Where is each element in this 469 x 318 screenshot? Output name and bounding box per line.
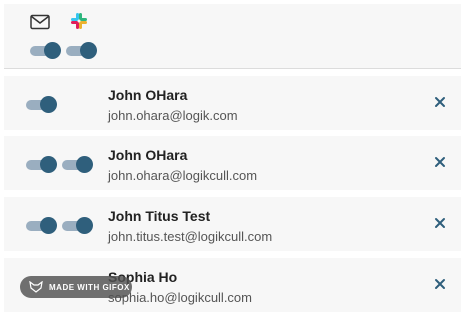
close-icon[interactable] — [432, 215, 448, 231]
header-slack-toggle[interactable] — [66, 42, 97, 59]
toggle-knob — [76, 156, 93, 173]
toggle-knob — [44, 42, 61, 59]
recipient-row: John OHara john.ohara@logikcull.com — [4, 136, 461, 190]
recipient-row: John Titus Test john.titus.test@logikcul… — [4, 197, 461, 251]
recipient-name: John OHara — [108, 87, 188, 103]
watermark-text: MADE WITH GIFOX — [49, 282, 130, 292]
header-email-toggle[interactable] — [30, 42, 61, 59]
email-toggle[interactable] — [26, 217, 57, 234]
email-toggle[interactable] — [26, 96, 57, 113]
fox-logo-icon — [29, 281, 43, 293]
recipient-row: John OHara john.ohara@logik.com — [4, 76, 461, 130]
slack-toggle[interactable] — [62, 217, 93, 234]
gifox-watermark: MADE WITH GIFOX — [20, 276, 132, 298]
close-icon[interactable] — [432, 94, 448, 110]
recipient-name: John OHara — [108, 147, 188, 163]
close-icon[interactable] — [432, 276, 448, 292]
toggle-knob — [80, 42, 97, 59]
notification-channels-header — [4, 4, 461, 69]
email-toggle[interactable] — [26, 156, 57, 173]
toggle-knob — [40, 217, 57, 234]
slack-icon — [71, 13, 87, 29]
recipient-email: john.ohara@logik.com — [108, 108, 238, 123]
toggle-knob — [40, 156, 57, 173]
recipient-name: John Titus Test — [108, 208, 211, 224]
recipient-email: john.titus.test@logikcull.com — [108, 229, 273, 244]
recipient-email: john.ohara@logikcull.com — [108, 168, 258, 183]
slack-toggle[interactable] — [62, 156, 93, 173]
toggle-knob — [40, 96, 57, 113]
close-icon[interactable] — [432, 154, 448, 170]
envelope-icon — [30, 14, 50, 30]
toggle-knob — [76, 217, 93, 234]
